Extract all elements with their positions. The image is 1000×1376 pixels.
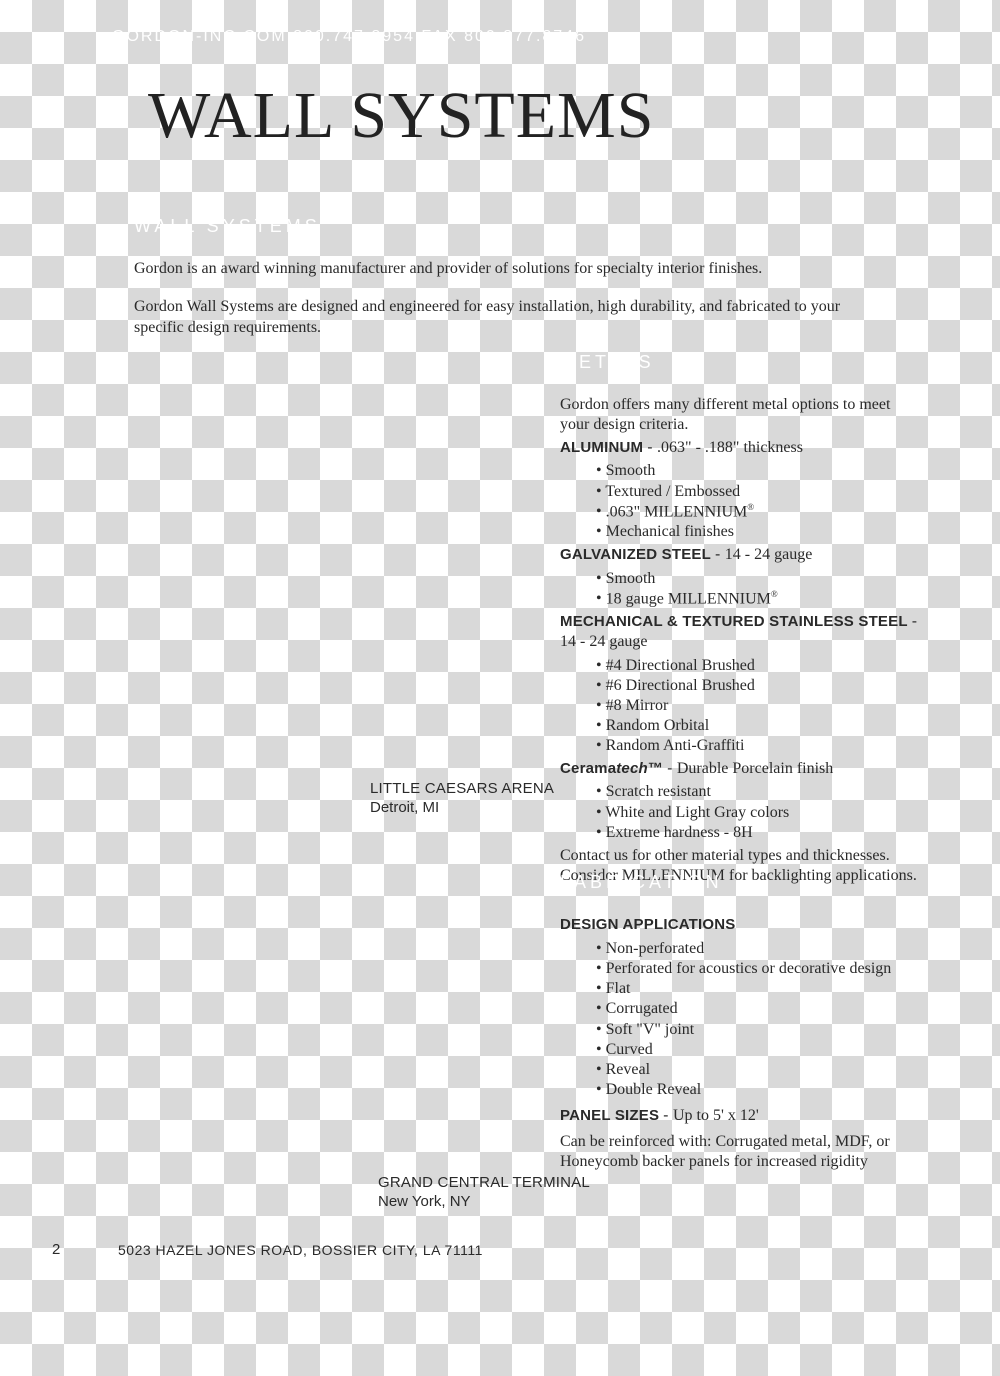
list-item: .063" MILLENNIUM® [596,502,920,522]
list-item: Random Anti-Graffiti [596,736,920,756]
section-label-wall-systems: WALL SYSTEMS [134,216,321,237]
galvanized-label: GALVANIZED STEEL [560,546,711,563]
caption-title: LITTLE CAESARS ARENA [370,780,554,799]
metals-column: Gordon offers many different metal optio… [560,392,920,889]
design-applications-heading: DESIGN APPLICATIONS [560,916,920,935]
page-number: 2 [52,1241,60,1258]
ceramatech-heading: Ceramatech™ - Durable Porcelain finish [560,759,920,779]
list-item: Non-perforated [596,939,920,959]
list-item: Reveal [596,1060,920,1080]
list-item: Flat [596,979,920,999]
galvanized-list: Smooth 18 gauge MILLENNIUM® [560,569,920,610]
list-item: Smooth [596,461,920,481]
metals-lead: Gordon offers many different metal optio… [560,395,920,435]
ceramatech-label-b: tech [616,760,648,777]
caption-location: New York, NY [378,1193,590,1212]
list-item: Extreme hardness - 8H [596,823,920,843]
list-item: Soft "V" joint [596,1020,920,1040]
list-item: Random Orbital [596,716,920,736]
footer-address: 5023 HAZEL JONES ROAD, BOSSIER CITY, LA … [118,1242,483,1258]
list-item: Curved [596,1040,920,1060]
aluminum-label: ALUMINUM [560,439,643,456]
ceramatech-list: Scratch resistant White and Light Gray c… [560,782,920,842]
list-item: Corrugated [596,999,920,1019]
list-item: #4 Directional Brushed [596,656,920,676]
fabrication-column: DESIGN APPLICATIONS Non-perforated Perfo… [560,916,920,1173]
section-label-fabrication: FABRICATION [560,872,723,893]
caption-location: Detroit, MI [370,799,554,818]
list-item: Mechanical finishes [596,522,920,542]
page-content: GORDON-INC.COM 800.747.8954 FAX 800.877.… [0,0,1000,1376]
galvanized-spec: 14 - 24 gauge [725,546,813,563]
section-label-metals: METALS [560,352,655,373]
list-item: White and Light Gray colors [596,803,920,823]
stainless-heading: MECHANICAL & TEXTURED STAINLESS STEEL - … [560,612,920,652]
intro-text: Gordon is an award winning manufacturer … [134,258,874,355]
ceramatech-tm: ™ [648,760,663,777]
panel-sizes-spec: Up to 5' x 12' [673,1107,759,1124]
list-item: 18 gauge MILLENNIUM® [596,589,920,609]
list-item: Smooth [596,569,920,589]
aluminum-list: Smooth Textured / Embossed .063" MILLENN… [560,461,920,542]
caption-title: GRAND CENTRAL TERMINAL [378,1174,590,1193]
list-item: Textured / Embossed [596,482,920,502]
reinforce-note: Can be reinforced with: Corrugated metal… [560,1132,920,1172]
list-item: #8 Mirror [596,696,920,716]
list-item: Double Reveal [596,1080,920,1100]
list-item: Perforated for acoustics or decorative d… [596,959,920,979]
design-applications-list: Non-perforated Perforated for acoustics … [560,939,920,1100]
list-item: Scratch resistant [596,782,920,802]
ceramatech-label-a: Cerama [560,760,616,777]
aluminum-heading: ALUMINUM - .063" - .188" thickness [560,438,920,458]
caption-grand-central: GRAND CENTRAL TERMINAL New York, NY [378,1174,590,1212]
aluminum-spec: .063" - .188" thickness [657,439,803,456]
ceramatech-spec: Durable Porcelain finish [677,760,833,777]
stainless-label: MECHANICAL & TEXTURED STAINLESS STEEL [560,613,908,630]
page-title: WALL SYSTEMS [148,78,654,154]
caption-little-caesars: LITTLE CAESARS ARENA Detroit, MI [370,780,554,818]
panel-sizes-heading: PANEL SIZES - Up to 5' x 12' [560,1106,920,1126]
stainless-spec: 14 - 24 gauge [560,633,648,650]
galvanized-heading: GALVANIZED STEEL - 14 - 24 gauge [560,545,920,565]
panel-sizes-label: PANEL SIZES [560,1107,659,1124]
intro-p1: Gordon is an award winning manufacturer … [134,258,874,280]
list-item: #6 Directional Brushed [596,676,920,696]
stainless-list: #4 Directional Brushed #6 Directional Br… [560,656,920,757]
intro-p2: Gordon Wall Systems are designed and eng… [134,296,874,339]
top-contact-bar: GORDON-INC.COM 800.747.8954 FAX 800.877.… [112,28,586,46]
